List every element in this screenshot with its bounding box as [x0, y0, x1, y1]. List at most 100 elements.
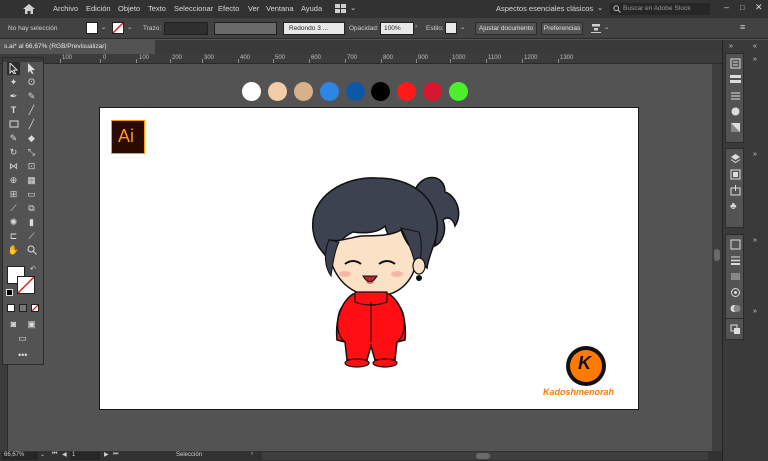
curvature-tool-icon[interactable]: ✎	[25, 90, 38, 103]
collapse-dock-icon-2[interactable]: «	[753, 43, 757, 50]
lasso-tool-icon[interactable]: ʘ	[25, 76, 38, 89]
selection-tool-icon[interactable]	[7, 62, 20, 75]
align-icon[interactable]	[591, 23, 601, 33]
brush-definition-field[interactable]: Redondo 3 ...	[283, 22, 345, 35]
opacity-field[interactable]: 100%	[380, 22, 414, 35]
opacity-chevron-icon[interactable]: ›	[415, 23, 417, 30]
collapse-dock-icon[interactable]: »	[729, 43, 733, 50]
menu-texto[interactable]: Texto	[148, 4, 166, 13]
width-tool-icon[interactable]: ⋈	[7, 160, 20, 173]
artboard-tool-icon[interactable]: ⊏	[7, 230, 20, 243]
prev-artboard-icon[interactable]: ◀	[62, 451, 67, 458]
preferences-button[interactable]: Preferencias	[541, 22, 583, 35]
first-artboard-icon[interactable]: ⏮	[52, 451, 57, 458]
collapse-group-icon[interactable]: »	[753, 56, 757, 63]
palette-swatch-blue[interactable]	[320, 82, 339, 101]
menu-efecto[interactable]: Efecto	[218, 4, 239, 13]
stroke-color-box[interactable]	[17, 276, 35, 294]
collapse-group-icon-3[interactable]: »	[753, 237, 757, 244]
draw-mode-icon[interactable]: ◙	[7, 318, 20, 331]
style-swatch[interactable]	[445, 22, 457, 34]
palette-swatch-dark-blue[interactable]	[346, 82, 365, 101]
menu-archivo[interactable]: Archivo	[53, 4, 78, 13]
perspective-grid-tool-icon[interactable]: ▦	[25, 174, 38, 187]
graphic-styles-icon[interactable]	[730, 122, 741, 133]
align-chevron-icon[interactable]: ⌄	[604, 23, 609, 31]
rectangle-tool-icon[interactable]	[7, 118, 20, 131]
pen-tool-icon[interactable]: ✒	[7, 90, 20, 103]
eyedropper-tool-icon[interactable]: ⟋	[7, 202, 20, 215]
column-graph-tool-icon[interactable]: ▮	[25, 216, 38, 229]
shaper-tool-icon[interactable]: ✎	[7, 132, 20, 145]
layers-icon[interactable]	[730, 153, 741, 164]
slice-tool-icon[interactable]: ⟋	[25, 230, 38, 243]
paintbrush-tool-icon[interactable]: ╱	[25, 118, 38, 131]
gradient-mode-icon[interactable]	[19, 304, 27, 312]
artboard[interactable]: Ai K Kadoshmenorah	[99, 107, 639, 410]
eraser-tool-icon[interactable]: ◆	[25, 132, 38, 145]
properties-icon[interactable]	[730, 58, 741, 69]
asset-export-icon[interactable]	[730, 185, 741, 196]
type-tool-icon[interactable]: T	[7, 104, 20, 117]
scrollbar-thumb[interactable]	[714, 249, 720, 261]
default-colors-icon[interactable]	[6, 289, 13, 296]
change-screen-mode-icon[interactable]: ▭	[16, 332, 29, 345]
palette-swatch-crimson[interactable]	[423, 82, 442, 101]
gradient-tool-icon[interactable]: ▭	[25, 188, 38, 201]
fill-chevron-icon[interactable]: ⌄	[101, 23, 106, 31]
fit-document-button[interactable]: Ajustar documento	[475, 22, 537, 35]
line-segment-tool-icon[interactable]: ╱	[25, 104, 38, 117]
brushes-icon[interactable]	[730, 90, 741, 101]
stroke-weight-field[interactable]	[164, 22, 208, 35]
palette-swatch-light-skin[interactable]	[268, 82, 287, 101]
menu-objeto[interactable]: Objeto	[118, 4, 140, 13]
hand-tool-icon[interactable]: ✋	[7, 244, 20, 257]
free-transform-tool-icon[interactable]: ⊡	[25, 160, 38, 173]
panel-menu-icon[interactable]: ≡	[740, 22, 745, 32]
symbol-sprayer-tool-icon[interactable]: ✺	[7, 216, 20, 229]
menu-ayuda[interactable]: Ayuda	[301, 4, 322, 13]
color-guide-icon[interactable]	[730, 239, 741, 250]
mesh-tool-icon[interactable]: ⊞	[7, 188, 20, 201]
last-artboard-icon[interactable]: ⏭	[113, 451, 118, 458]
palette-swatch-white[interactable]	[242, 82, 261, 101]
menu-seleccionar[interactable]: Seleccionar	[174, 4, 213, 13]
transparency-icon[interactable]	[730, 303, 741, 314]
workspace-name[interactable]: Aspectos esenciales clásicos	[496, 4, 593, 13]
vertical-scrollbar[interactable]	[712, 64, 722, 451]
screen-mode-icon[interactable]: ▣	[25, 318, 38, 331]
stroke-swatch[interactable]	[112, 22, 124, 34]
style-chevron-icon[interactable]: ⌄	[460, 23, 465, 31]
document-tab[interactable]: s.ai* al 66,67% (RGB/Previsualizar) ×	[0, 40, 155, 54]
close-button[interactable]: ✕	[755, 2, 763, 13]
swap-fill-stroke-icon[interactable]: ↶	[30, 265, 36, 273]
direct-selection-tool-icon[interactable]	[25, 62, 38, 75]
status-menu-icon[interactable]: ›	[251, 451, 253, 457]
color-mode-icon[interactable]	[7, 304, 15, 312]
fill-swatch[interactable]	[86, 22, 98, 34]
horizontal-scrollbar[interactable]	[262, 452, 708, 460]
libraries-icon[interactable]: ♣	[730, 201, 741, 212]
next-artboard-icon[interactable]: ▶	[104, 451, 109, 458]
artboard-number-field[interactable]: 1	[70, 452, 100, 460]
rotate-tool-icon[interactable]: ↻	[7, 146, 20, 159]
home-icon[interactable]	[22, 3, 36, 15]
workspace-switcher-icon[interactable]	[335, 4, 346, 13]
scale-tool-icon[interactable]: ⤡	[25, 146, 38, 159]
palette-swatch-tan[interactable]	[294, 82, 313, 101]
variable-width-field[interactable]	[214, 22, 277, 35]
maximize-button[interactable]: □	[740, 3, 745, 12]
symbols-icon[interactable]	[730, 106, 741, 117]
stroke-panel-icon[interactable]	[730, 255, 741, 266]
workspace-chevron-icon[interactable]: ⌄	[597, 3, 603, 12]
zoom-chevron-icon[interactable]: ⌄	[40, 451, 45, 458]
artboards-icon[interactable]	[730, 169, 741, 180]
minimize-button[interactable]: –	[724, 2, 729, 12]
collapse-group-icon-4[interactable]: »	[753, 308, 757, 315]
zoom-field[interactable]: 66,67%	[2, 452, 38, 460]
shape-builder-tool-icon[interactable]: ⊕	[7, 174, 20, 187]
horizontal-scrollbar-thumb[interactable]	[476, 453, 490, 459]
magic-wand-tool-icon[interactable]: ✦	[7, 76, 20, 89]
zoom-tool-icon[interactable]	[25, 244, 38, 257]
pathfinder-icon[interactable]	[730, 324, 741, 335]
